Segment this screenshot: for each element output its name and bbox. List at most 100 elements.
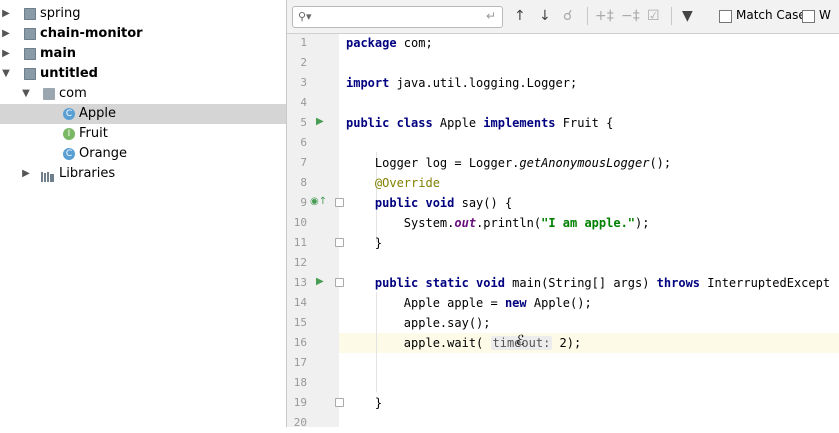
code-line-current[interactable]: 16 apple.wait( timeout: 2); (287, 333, 839, 353)
line-number: 20 (293, 416, 307, 429)
tree-item-com[interactable]: ▼ com (0, 84, 286, 104)
arrow-up-icon[interactable]: ↑ (514, 8, 526, 24)
magnifier-icon[interactable]: ⚲▾ (298, 10, 312, 23)
code-line[interactable]: 7 Logger log = Logger.getAnonymousLogger… (287, 153, 839, 173)
module-folder-icon (24, 68, 36, 80)
code-line[interactable]: 20 (287, 413, 839, 433)
code-line[interactable]: 3 import java.util.logging.Logger; (287, 73, 839, 93)
keyword: implements (483, 116, 556, 130)
code-line[interactable]: 13 public static void main(String[] args… (287, 273, 839, 293)
code-text: Fruit { (555, 116, 614, 130)
tree-item-libraries[interactable]: ▶ Libraries (0, 164, 286, 184)
chevron-down-icon[interactable]: ▼ (0, 64, 12, 84)
code-line[interactable]: 15 apple.say(); (287, 313, 839, 333)
class-name: Apple (439, 116, 484, 130)
select-all-occurrences-icon[interactable]: ☑ (647, 8, 660, 24)
code-line[interactable]: 17 (287, 353, 839, 373)
filter-icon[interactable]: ▼ (682, 8, 693, 24)
chevron-right-icon[interactable]: ▶ (0, 24, 12, 44)
tree-item-label: spring (40, 6, 81, 21)
chevron-right-icon[interactable]: ▶ (0, 44, 12, 64)
code-line[interactable]: 14 Apple apple = new Apple(); (287, 293, 839, 313)
string-literal: "I am apple." (541, 216, 636, 230)
tree-item-label: com (59, 86, 87, 101)
line-number: 3 (300, 76, 307, 89)
code-line[interactable]: 4 (287, 93, 839, 113)
find-occurrences-icon[interactable]: ☌ (563, 8, 572, 24)
code-line[interactable]: 8 @Override (287, 173, 839, 193)
code-text: com; (396, 36, 433, 50)
line-number: 12 (293, 256, 307, 269)
static-field: out (454, 216, 477, 230)
tree-item-chain-monitor[interactable]: ▶ chain-monitor (0, 24, 286, 44)
tree-item-label: Libraries (59, 166, 116, 181)
tree-item-orange[interactable]: C Orange (0, 144, 286, 164)
chevron-right-icon[interactable]: ▶ (0, 4, 12, 24)
line-number: 4 (300, 96, 307, 109)
tree-item-label: Orange (79, 146, 128, 161)
module-folder-icon (24, 8, 36, 20)
tree-item-spring[interactable]: ▶ spring (0, 4, 286, 24)
code-line[interactable]: 18 (287, 373, 839, 393)
keyword: public class (346, 116, 440, 130)
keyword: public static void (346, 276, 505, 290)
match-case-label[interactable]: Match Case (736, 8, 806, 22)
code-line[interactable]: 9 public void say() { (287, 193, 839, 213)
tree-item-label: Fruit (79, 126, 108, 141)
arrow-down-icon[interactable]: ↓ (539, 8, 551, 24)
code-line[interactable]: 1 package com; (287, 33, 839, 53)
interface-icon: I (63, 128, 75, 140)
line-number: 13 (293, 276, 307, 289)
code-text: Apple(); (526, 296, 592, 310)
new-line-icon[interactable]: ↵ (486, 9, 496, 23)
code-text: apple.wait( (346, 336, 491, 350)
code-text: main(String[] args) (504, 276, 657, 290)
keyword: package (346, 36, 397, 50)
line-number: 16 (293, 336, 307, 349)
code-line[interactable]: 6 (287, 133, 839, 153)
chevron-down-icon[interactable]: ▼ (20, 84, 32, 104)
line-number: 19 (293, 396, 307, 409)
code-text: (); (649, 156, 672, 170)
code-line[interactable]: 11 } (287, 233, 839, 253)
line-number: 2 (300, 56, 307, 69)
keyword: new (504, 296, 527, 310)
add-occurrence-icon[interactable]: +‡ (595, 8, 614, 24)
tree-item-main[interactable]: ▶ main (0, 44, 286, 64)
words-checkbox[interactable] (802, 10, 815, 23)
line-number: 18 (293, 376, 307, 389)
chevron-right-icon[interactable]: ▶ (20, 164, 32, 184)
remove-occurrence-icon[interactable]: −‡ (621, 8, 640, 24)
tree-item-apple[interactable]: C Apple (0, 104, 286, 124)
tree-item-fruit[interactable]: I Fruit (0, 124, 286, 144)
keyword: import (346, 76, 390, 90)
code-text: ); (635, 216, 650, 230)
code-text: apple.say(); (346, 316, 491, 330)
line-number: 15 (293, 316, 307, 329)
static-method: getAnonymousLogger (519, 156, 650, 170)
line-number: 17 (293, 356, 307, 369)
find-toolbar: ⚲▾ ↵ ↑ ↓ ☌ +‡ −‡ ☑ ▼ Match Case W (287, 0, 839, 34)
line-number: 6 (300, 136, 307, 149)
code-line[interactable]: 2 (287, 53, 839, 73)
code-line[interactable]: 12 (287, 253, 839, 273)
keyword: public void (346, 196, 455, 210)
code-line[interactable]: 5 public class Apple implements Fruit { (287, 113, 839, 133)
module-folder-icon (24, 48, 36, 60)
code-text: System. (346, 216, 455, 230)
search-input[interactable]: ⚲▾ ↵ (292, 6, 503, 28)
words-label[interactable]: W (819, 8, 831, 22)
libraries-icon (41, 169, 55, 182)
code-line[interactable]: 19 } (287, 393, 839, 413)
module-folder-icon (24, 28, 36, 40)
tree-item-label: untitled (40, 66, 98, 81)
class-icon: C (63, 148, 75, 160)
code-line[interactable]: 10 System.out.println("I am apple."); (287, 213, 839, 233)
project-tree: ▶ spring ▶ chain-monitor ▶ main ▼ untitl… (0, 0, 286, 427)
match-case-checkbox[interactable] (719, 10, 732, 23)
line-number: 10 (293, 216, 307, 229)
code-text: say() { (454, 196, 513, 210)
line-number: 5 (300, 116, 307, 129)
line-number: 7 (300, 156, 307, 169)
tree-item-untitled[interactable]: ▼ untitled (0, 64, 286, 84)
